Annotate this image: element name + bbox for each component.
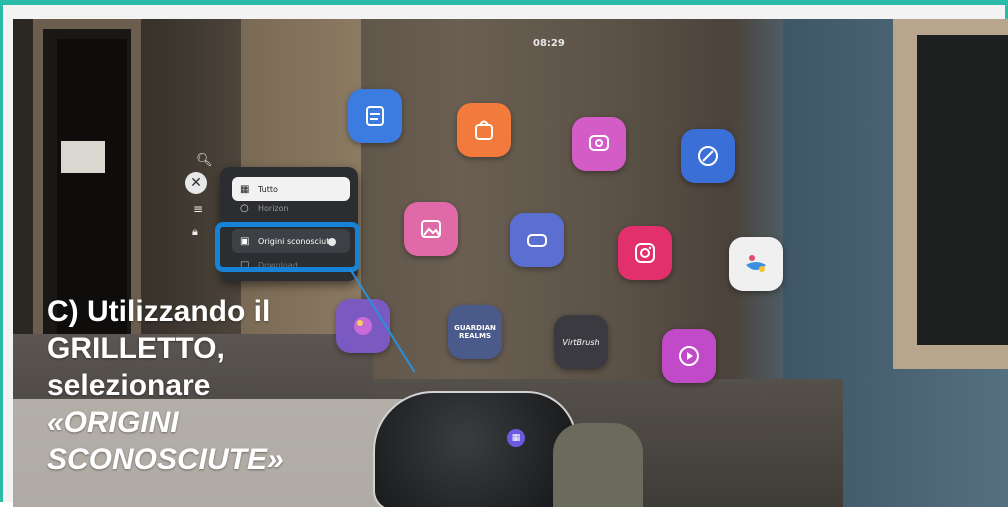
horizon-icon: ○ bbox=[240, 202, 249, 214]
menu-item-tutto-label: Tutto bbox=[258, 184, 278, 194]
app-guardian-realms-icon[interactable]: GUARDIAN REALMS bbox=[448, 305, 502, 359]
app-store-icon[interactable] bbox=[457, 103, 511, 157]
lock-icon[interactable]: 🔒︎ bbox=[192, 225, 198, 239]
filter-list-icon[interactable]: ≡ bbox=[193, 202, 203, 216]
app-guardian-realms-label: GUARDIAN REALMS bbox=[454, 324, 496, 340]
app-instagram-icon[interactable] bbox=[618, 226, 672, 280]
caption-line-5: SCONOSCIUTE» bbox=[47, 443, 284, 476]
menu-item-tutto[interactable]: ▦ Tutto bbox=[232, 177, 350, 201]
vr-controller: ▦ bbox=[373, 391, 577, 507]
caption-line-1: C) Utilizzando il bbox=[47, 295, 271, 328]
app-vr-icon[interactable] bbox=[510, 213, 564, 267]
user-hand bbox=[553, 423, 643, 507]
app-vrbrush-label: VirtBrush bbox=[562, 337, 600, 347]
instruction-caption: C) Utilizzando il GRILLETTO, selezionare… bbox=[47, 293, 347, 478]
app-media-icon[interactable] bbox=[662, 329, 716, 383]
app-vrbrush-icon[interactable]: VirtBrush bbox=[554, 315, 608, 369]
search-icon[interactable]: 🔍︎ bbox=[196, 153, 213, 168]
vr-passthrough-scene: 08:29 GUARDIAN REALMS VirtBrush 🔍︎ ✕ ≡ 🔒… bbox=[13, 19, 1008, 507]
app-notes-icon[interactable] bbox=[348, 89, 402, 143]
caption-line-4: «ORIGINI bbox=[47, 406, 179, 439]
menu-item-horizon-label: Horizon bbox=[258, 203, 289, 213]
tutorial-frame: 08:29 GUARDIAN REALMS VirtBrush 🔍︎ ✕ ≡ 🔒… bbox=[0, 0, 1008, 507]
caption-line-2: GRILLETTO, bbox=[47, 332, 225, 365]
app-gallery-icon[interactable] bbox=[404, 202, 458, 256]
grid-icon: ▦ bbox=[240, 183, 250, 195]
app-explore-icon[interactable] bbox=[681, 129, 735, 183]
app-horizon-icon[interactable] bbox=[729, 237, 783, 291]
caption-line-3: selezionare bbox=[47, 369, 211, 402]
menu-item-horizon[interactable]: ○ Horizon bbox=[232, 201, 350, 215]
background-window bbox=[893, 19, 1008, 369]
highlight-box bbox=[215, 222, 360, 272]
app-feedback-icon[interactable] bbox=[572, 117, 626, 171]
controller-menu-icon: ▦ bbox=[507, 429, 525, 447]
close-icon[interactable]: ✕ bbox=[185, 172, 207, 194]
clock-time: 08:29 bbox=[533, 38, 565, 49]
